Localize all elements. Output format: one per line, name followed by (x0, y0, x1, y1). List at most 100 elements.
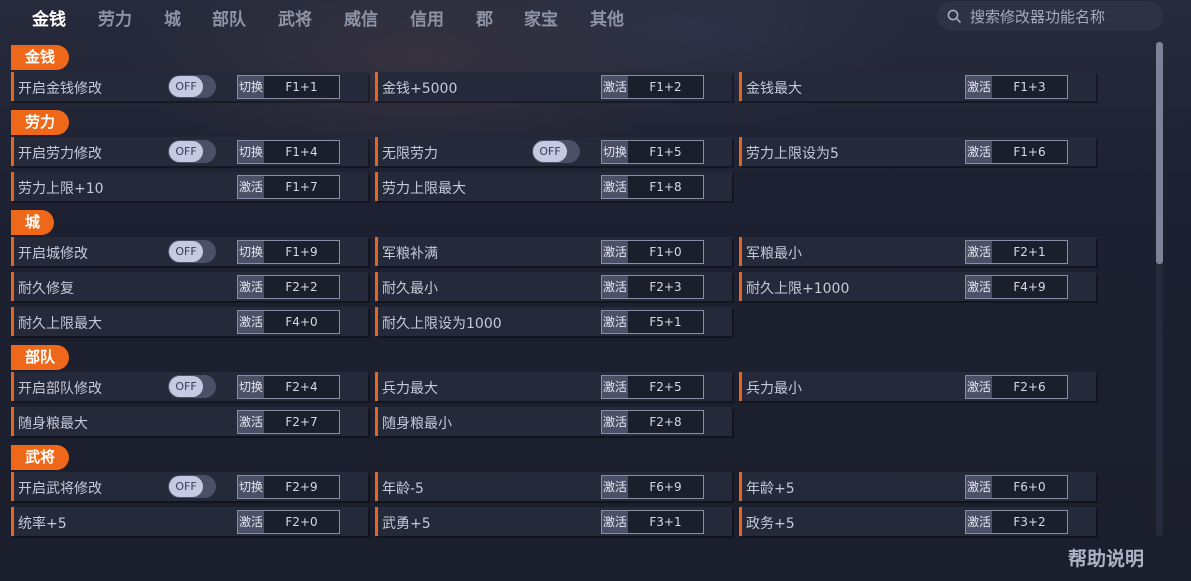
tab-0[interactable]: 金钱 (32, 5, 66, 30)
hotkey-key: F2+1 (1013, 245, 1046, 259)
hotkey-type-label: 激活 (238, 511, 264, 533)
option-label: 耐久上限+1000 (746, 281, 850, 297)
hotkey-button[interactable]: 激活 F4+9 (965, 275, 1068, 299)
off-toggle[interactable]: OFF (532, 140, 580, 163)
off-toggle[interactable]: OFF (168, 375, 216, 398)
hotkey-button[interactable]: 激活 F2+0 (237, 510, 340, 534)
hotkey-type-label: 激活 (602, 376, 628, 398)
option-row: 劳力上限最大 激活 F1+8 (375, 172, 732, 201)
hotkey-button[interactable]: 切换 F2+9 (237, 475, 340, 499)
option-label: 军粮补满 (382, 246, 438, 262)
hotkey-button[interactable]: 切换 F2+4 (237, 375, 340, 399)
option-row: 兵力最大 激活 F2+5 (375, 372, 732, 401)
search-icon (947, 9, 961, 23)
section-header: 劳力 (11, 110, 70, 135)
hotkey-button[interactable]: 激活 F2+6 (965, 375, 1068, 399)
toggle-state-label: OFF (169, 376, 203, 397)
hotkey-button[interactable]: 切换 F1+5 (601, 140, 704, 164)
scrollbar-thumb[interactable] (1156, 42, 1163, 264)
options-panel: 金钱 开启金钱修改 OFF 切换 F1+1 金钱+5000 激活 F1+2 金钱最大 激活 F1+3… (0, 40, 1150, 540)
option-label: 耐久最小 (382, 281, 438, 297)
option-label: 年龄-5 (382, 481, 424, 497)
off-toggle[interactable]: OFF (168, 140, 216, 163)
hotkey-button[interactable]: 激活 F2+1 (965, 240, 1068, 264)
section-header: 部队 (11, 345, 70, 370)
hotkey-button[interactable]: 激活 F6+9 (601, 475, 704, 499)
tab-5[interactable]: 威信 (344, 5, 378, 30)
hotkey-button[interactable]: 切换 F1+1 (237, 75, 340, 99)
hotkey-type-label: 激活 (238, 276, 264, 298)
hotkey-key: F2+5 (649, 380, 682, 394)
hotkey-button[interactable]: 激活 F4+0 (237, 310, 340, 334)
off-toggle[interactable]: OFF (168, 240, 216, 263)
option-row: 政务+5 激活 F3+2 (739, 507, 1096, 536)
hotkey-button[interactable]: 切换 F1+9 (237, 240, 340, 264)
option-row: 开启城修改 OFF 切换 F1+9 (11, 237, 368, 266)
option-label: 无限劳力 (382, 146, 438, 162)
hotkey-button[interactable]: 激活 F6+0 (965, 475, 1068, 499)
hotkey-button[interactable]: 激活 F1+3 (965, 75, 1068, 99)
hotkey-key: F4+9 (1013, 280, 1046, 294)
hotkey-button[interactable]: 激活 F1+6 (965, 140, 1068, 164)
hotkey-type-label: 切换 (238, 476, 264, 498)
hotkey-button[interactable]: 激活 F1+7 (237, 175, 340, 199)
hotkey-type-label: 激活 (602, 311, 628, 333)
hotkey-type-label: 激活 (238, 411, 264, 433)
hotkey-key: F2+4 (285, 380, 318, 394)
hotkey-button[interactable]: 切换 F1+4 (237, 140, 340, 164)
option-label: 兵力最大 (382, 381, 438, 397)
option-label: 金钱最大 (746, 81, 802, 97)
hotkey-type-label: 切换 (238, 241, 264, 263)
option-label: 开启城修改 (18, 246, 88, 262)
off-toggle[interactable]: OFF (168, 75, 216, 98)
hotkey-key: F1+9 (285, 245, 318, 259)
hotkey-key: F6+9 (649, 480, 682, 494)
tab-6[interactable]: 信用 (410, 5, 444, 30)
scrollbar[interactable] (1156, 42, 1163, 536)
search-box[interactable] (937, 1, 1163, 31)
hotkey-type-label: 激活 (966, 376, 992, 398)
tab-4[interactable]: 武将 (278, 5, 312, 30)
toggle-state-label: OFF (169, 241, 203, 262)
help-link[interactable]: 帮助说明 (1068, 544, 1144, 571)
hotkey-button[interactable]: 激活 F2+7 (237, 410, 340, 434)
tab-9[interactable]: 其他 (590, 5, 624, 30)
search-input[interactable] (968, 5, 1160, 29)
option-label: 耐久上限最大 (18, 316, 102, 332)
option-row: 军粮最小 激活 F2+1 (739, 237, 1096, 266)
hotkey-button[interactable]: 激活 F3+1 (601, 510, 704, 534)
tab-3[interactable]: 部队 (212, 5, 246, 30)
hotkey-type-label: 激活 (602, 176, 628, 198)
hotkey-button[interactable]: 激活 F2+2 (237, 275, 340, 299)
hotkey-button[interactable]: 激活 F1+8 (601, 175, 704, 199)
tab-1[interactable]: 劳力 (98, 5, 132, 30)
hotkey-key: F1+4 (285, 145, 318, 159)
hotkey-key: F1+5 (649, 145, 682, 159)
hotkey-type-label: 激活 (238, 176, 264, 198)
hotkey-key: F1+1 (285, 80, 318, 94)
tab-8[interactable]: 家宝 (524, 5, 558, 30)
hotkey-button[interactable]: 激活 F3+2 (965, 510, 1068, 534)
hotkey-button[interactable]: 激活 F2+5 (601, 375, 704, 399)
section-header: 城 (11, 210, 55, 235)
off-toggle[interactable]: OFF (168, 475, 216, 498)
hotkey-button[interactable]: 激活 F5+1 (601, 310, 704, 334)
hotkey-button[interactable]: 激活 F2+3 (601, 275, 704, 299)
toggle-state-label: OFF (533, 141, 567, 162)
option-row: 金钱最大 激活 F1+3 (739, 72, 1096, 101)
hotkey-key: F2+3 (649, 280, 682, 294)
hotkey-type-label: 激活 (602, 276, 628, 298)
hotkey-type-label: 激活 (966, 76, 992, 98)
hotkey-button[interactable]: 激活 F1+0 (601, 240, 704, 264)
tab-7[interactable]: 郡 (476, 5, 493, 30)
option-label: 开启金钱修改 (18, 81, 102, 97)
hotkey-key: F3+2 (1013, 515, 1046, 529)
hotkey-type-label: 激活 (966, 276, 992, 298)
hotkey-button[interactable]: 激活 F1+2 (601, 75, 704, 99)
option-label: 开启武将修改 (18, 481, 102, 497)
option-row: 开启劳力修改 OFF 切换 F1+4 (11, 137, 368, 166)
option-label: 开启劳力修改 (18, 146, 102, 162)
option-row: 开启部队修改 OFF 切换 F2+4 (11, 372, 368, 401)
tab-2[interactable]: 城 (164, 5, 181, 30)
hotkey-button[interactable]: 激活 F2+8 (601, 410, 704, 434)
